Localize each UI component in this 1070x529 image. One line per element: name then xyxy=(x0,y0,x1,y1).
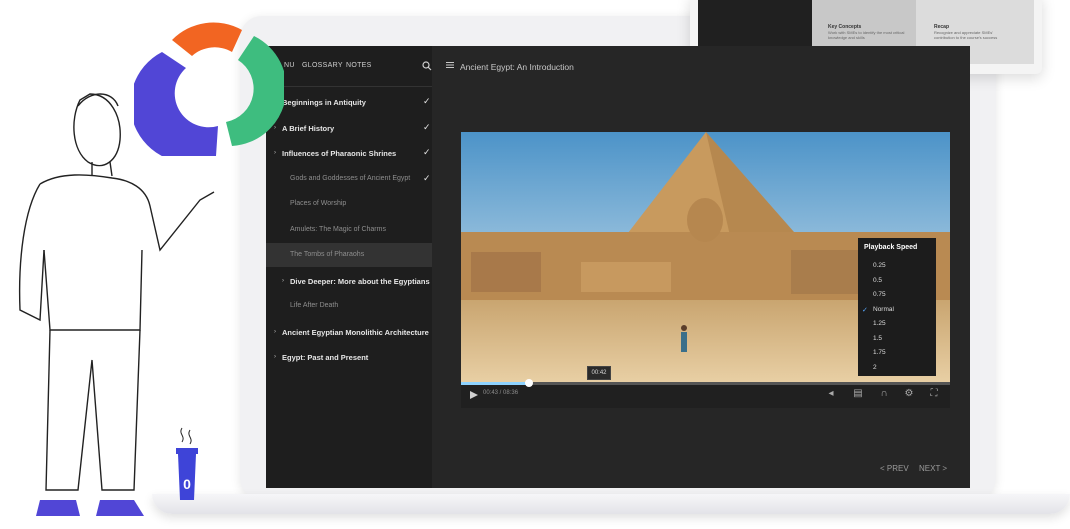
check-icon: ✓ xyxy=(423,96,431,106)
sidebar-item[interactable]: › Ancient Egyptian Monolithic Architectur… xyxy=(266,320,432,344)
glossary-tab[interactable]: GLOSSARY xyxy=(302,62,343,69)
play-icon[interactable] xyxy=(470,391,478,399)
progress-track[interactable] xyxy=(461,382,950,385)
check-icon: ✓ xyxy=(423,147,431,157)
seek-tooltip: 00:42 xyxy=(587,366,611,380)
sidebar-item-label: Egypt: Past and Present xyxy=(282,353,369,362)
lesson-title: Ancient Egypt: An Introduction xyxy=(460,62,574,72)
progress-fill xyxy=(461,382,530,385)
card-col1-text: Work with SMEs to identify the most crit… xyxy=(828,30,905,40)
speed-option[interactable]: Normal xyxy=(873,306,894,313)
presenter-head xyxy=(73,93,121,167)
speed-option[interactable]: 0.25 xyxy=(873,262,886,269)
video-person xyxy=(681,332,687,352)
time-readout: 00:43 / 08:36 xyxy=(483,390,519,396)
sidebar-item[interactable]: Gods and Goddesses of Ancient Egypt ✓ xyxy=(266,167,432,191)
playback-speed-title: Playback Speed xyxy=(864,244,918,251)
sidebar-item[interactable]: › Egypt: Past and Present xyxy=(266,345,432,369)
course-sidebar: NU GLOSSARY NOTES Beginnings in Antiquit… xyxy=(266,46,432,488)
sidebar-item[interactable]: The Tombs of Pharaohs xyxy=(266,243,432,267)
video-block xyxy=(471,252,541,292)
sidebar-item-label: Gods and Goddesses of Ancient Egypt xyxy=(290,174,411,182)
video-sphinx xyxy=(687,198,723,242)
menu-hamburger-icon[interactable] xyxy=(446,61,454,69)
presenter-arm-raised xyxy=(39,174,215,252)
audio-headphones-icon[interactable]: ∩ xyxy=(878,388,890,400)
sidebar-item-label: A Brief History xyxy=(282,123,335,133)
sidebar-item[interactable]: Amulets: The Magic of Charms xyxy=(266,218,432,242)
speed-option[interactable]: 0.75 xyxy=(873,291,886,298)
cup-lid xyxy=(176,448,198,454)
logo-orange-segment xyxy=(172,22,242,56)
presenter-shoe-right xyxy=(96,500,144,516)
video-block xyxy=(581,262,671,292)
sidebar-item-label: Influences of Pharaonic Shrines xyxy=(282,149,397,158)
speed-option[interactable]: 1.75 xyxy=(873,349,886,356)
settings-gear-icon[interactable]: ⚙ xyxy=(903,388,915,400)
speed-option[interactable]: 0.5 xyxy=(873,277,882,284)
sidebar-item-label: Amulets: The Magic of Charms xyxy=(290,225,386,233)
video-person-head xyxy=(681,325,687,331)
sidebar-item[interactable]: Beginnings in Antiquity ✓ xyxy=(266,90,432,114)
video-controls: 00:43 / 08:36 ◂ ▤ ∩ ⚙ ⛶ xyxy=(461,379,950,408)
sidebar-item[interactable]: Life After Death xyxy=(266,294,432,318)
presenter-shoe-left xyxy=(36,500,80,516)
selected-check-icon: ✓ xyxy=(862,306,868,314)
chevron-right-icon: › xyxy=(282,277,284,284)
presenter-arm-left xyxy=(18,183,45,322)
sidebar-item-label: Places of Worship xyxy=(290,200,347,207)
next-button[interactable]: NEXT > xyxy=(919,464,947,473)
laptop-base xyxy=(152,494,1070,514)
cup-steam xyxy=(180,427,192,445)
presenter-legs xyxy=(45,329,141,491)
sidebar-item-label: Life After Death xyxy=(290,302,339,309)
progress-handle[interactable] xyxy=(525,379,534,387)
course-player-screen: NU GLOSSARY NOTES Beginnings in Antiquit… xyxy=(266,46,970,488)
speed-option[interactable]: 1.5 xyxy=(873,335,882,342)
sidebar-item-label: The Tombs of Pharaohs xyxy=(290,251,365,258)
sidebar-item[interactable]: › Dive Deeper: More about the Egyptians xyxy=(266,269,432,293)
check-icon: ✓ xyxy=(423,121,431,132)
speed-option[interactable]: 1.25 xyxy=(873,320,886,327)
presenter-neck xyxy=(91,161,113,177)
search-icon[interactable] xyxy=(422,61,432,71)
sidebar-item-label: Ancient Egyptian Monolithic Architecture xyxy=(282,327,429,337)
sidebar-menubar: NU GLOSSARY NOTES xyxy=(266,46,432,87)
notes-tab[interactable]: NOTES xyxy=(346,62,372,69)
sidebar-item-label: Beginnings in Antiquity xyxy=(282,98,366,107)
prev-button[interactable]: < PREV xyxy=(880,464,909,473)
sidebar-item[interactable]: Places of Worship xyxy=(266,192,432,216)
cup-logo-text: 0 xyxy=(183,476,191,492)
presenter-illustration xyxy=(18,93,215,516)
speed-option[interactable]: 2 xyxy=(873,364,877,371)
sidebar-item[interactable]: › A Brief History ✓ xyxy=(266,116,432,140)
presenter-torso xyxy=(43,249,143,331)
sidebar-item-label: Dive Deeper: More about the Egyptians xyxy=(290,276,430,286)
check-icon: ✓ xyxy=(423,172,431,183)
playback-speed-menu: Playback Speed 0.25 0.5 0.75 ✓ Normal 1.25 1.5… xyxy=(858,238,936,376)
menu-tab[interactable]: NU xyxy=(284,62,295,69)
volume-icon[interactable]: ◂ xyxy=(825,388,837,400)
captions-icon[interactable]: ▤ xyxy=(852,388,864,400)
chevron-right-icon: › xyxy=(274,328,276,335)
card-col2-text: Recognize and appreciate SMEs' contribut… xyxy=(934,30,998,40)
fullscreen-icon[interactable]: ⛶ xyxy=(928,388,940,400)
sidebar-item[interactable]: › Influences of Pharaonic Shrines ✓ xyxy=(266,141,432,165)
chevron-right-icon: › xyxy=(274,354,276,360)
